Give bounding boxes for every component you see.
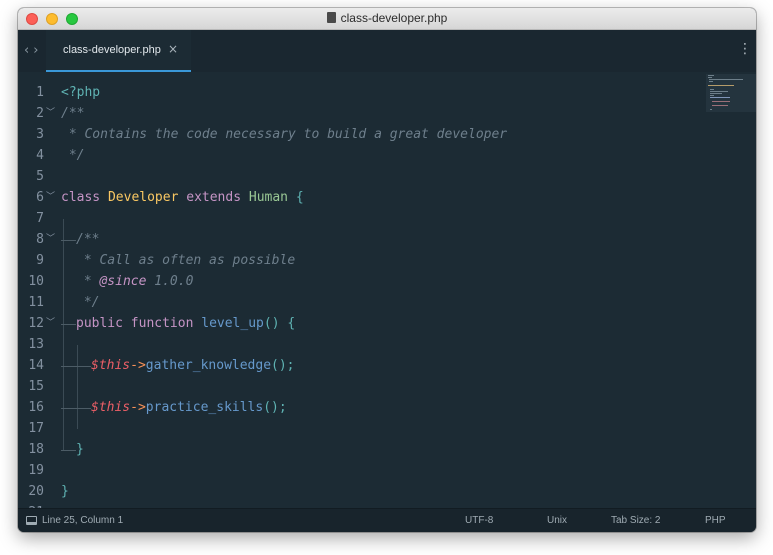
keyword-extends: extends (186, 190, 242, 205)
tab-close-icon[interactable]: × (168, 42, 178, 56)
doc-comment: */ (61, 148, 85, 163)
code-line-12: public function level_up() { (18, 313, 698, 334)
gutter-row: 19 (18, 460, 60, 481)
minimap[interactable] (706, 74, 756, 112)
keyword-class: class (61, 190, 101, 205)
gutter-row: 7 (18, 208, 60, 229)
open-brace: { (287, 316, 296, 331)
open-brace: { (295, 190, 304, 205)
indent-marker (61, 397, 91, 409)
gutter-row: 15 (18, 376, 60, 397)
class-name: Developer (107, 190, 179, 205)
doc-comment: * Contains the code necessary to build a… (61, 127, 508, 142)
function-name: level_up (201, 316, 264, 331)
code-line-14: $this->gather_knowledge(); (18, 355, 698, 376)
editor-window: class-developer.php ‹› class-developer.p… (18, 8, 756, 532)
code-editor[interactable]: 12﹀3456﹀78﹀9101112﹀131415161718192021 <?… (18, 72, 756, 508)
line-number: 13 (28, 337, 44, 352)
gutter-row: 5 (18, 166, 60, 187)
doc-comment-star: * (76, 274, 100, 289)
line-number: 15 (28, 379, 44, 394)
this-variable: $this (91, 358, 131, 373)
encoding-indicator[interactable]: UTF-8 (465, 515, 493, 526)
code-line-20: } (18, 481, 698, 502)
doc-comment: * Call as often as possible (76, 253, 296, 268)
keyword-public: public (76, 316, 123, 331)
cursor-position[interactable]: Line 25, Column 1 (42, 515, 123, 526)
tab-bar: ‹› class-developer.php × ⋮ (18, 30, 756, 72)
tab-menu-icon[interactable]: ⋮ (738, 42, 752, 56)
code-line-16: $this->practice_skills(); (18, 397, 698, 418)
close-brace: } (61, 484, 69, 499)
code-line-6: class Developer extends Human { (18, 187, 698, 208)
code-line-8: /** (18, 229, 698, 250)
indent-marker (61, 313, 76, 325)
forward-arrow-icon[interactable]: › (33, 43, 42, 58)
line-number: 19 (28, 463, 44, 478)
window-title: class-developer.php (18, 11, 756, 25)
back-arrow-icon[interactable]: ‹ (24, 43, 33, 58)
code-line-9: * Call as often as possible (18, 250, 698, 271)
method-name: gather_knowledge (145, 358, 272, 373)
line-number: 17 (28, 421, 44, 436)
line-number: 5 (36, 169, 44, 184)
object-operator: -> (130, 400, 146, 415)
code-line-11: */ (18, 292, 698, 313)
code-line-1: <?php (18, 82, 698, 103)
code-line-2: /** (18, 103, 698, 124)
close-brace: } (76, 442, 84, 457)
call-parens: (); (263, 400, 287, 415)
gutter-row: 17 (18, 418, 60, 439)
doc-version: 1.0.0 (146, 274, 194, 289)
code-line-10: * @since 1.0.0 (18, 271, 698, 292)
line-endings-indicator[interactable]: Unix (547, 515, 567, 526)
php-open-tag: <?php (61, 85, 101, 100)
code-line-18: } (18, 439, 698, 460)
document-icon (326, 12, 336, 23)
gutter-row: 13 (18, 334, 60, 355)
base-class-name: Human (248, 190, 289, 205)
title-bar: class-developer.php (18, 8, 756, 30)
doc-tag-since: @since (99, 274, 147, 289)
code-line-3: * Contains the code necessary to build a… (18, 124, 698, 145)
line-number: 7 (36, 211, 44, 226)
tab-class-developer[interactable]: class-developer.php × (46, 30, 191, 72)
doc-comment: /** (76, 232, 100, 247)
tab-navigation: ‹› (24, 43, 42, 58)
this-variable: $this (91, 400, 131, 415)
keyword-function: function (130, 316, 194, 331)
indent-marker (61, 229, 76, 241)
syntax-indicator[interactable]: PHP (705, 515, 726, 526)
indent-marker (61, 439, 76, 451)
code-line-4: */ (18, 145, 698, 166)
tab-label: class-developer.php (63, 44, 161, 56)
panel-toggle-icon[interactable] (26, 516, 37, 525)
doc-comment: /** (61, 106, 85, 121)
method-name: practice_skills (145, 400, 264, 415)
tab-size-indicator[interactable]: Tab Size: 2 (611, 515, 660, 526)
object-operator: -> (130, 358, 146, 373)
status-bar: Line 25, Column 1 UTF-8 Unix Tab Size: 2… (18, 508, 756, 532)
window-title-text: class-developer.php (340, 11, 448, 25)
call-parens: (); (271, 358, 295, 373)
indent-marker (61, 355, 91, 367)
parentheses: () (263, 316, 280, 331)
doc-comment: */ (76, 295, 100, 310)
